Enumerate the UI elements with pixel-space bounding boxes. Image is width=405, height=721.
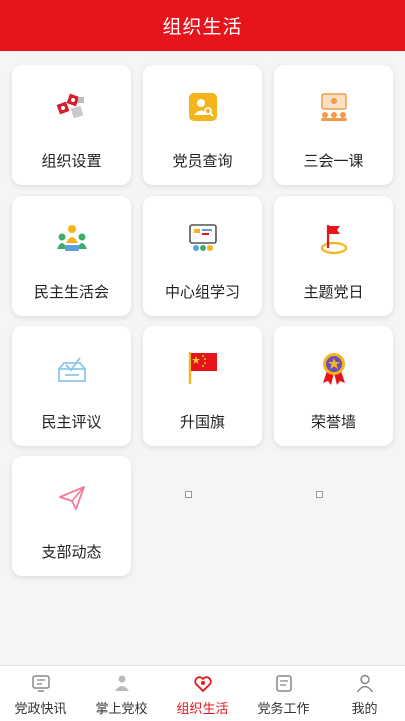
org-settings-icon (54, 89, 90, 125)
news-icon (30, 672, 52, 694)
card-org-settings[interactable]: 组织设置 (12, 65, 131, 185)
medal-icon (316, 350, 352, 386)
empty-slot-marker (316, 491, 323, 498)
tab-profile[interactable]: 我的 (324, 666, 405, 721)
member-search-icon (185, 89, 221, 125)
card-label: 民主生活会 (33, 283, 109, 301)
tab-news[interactable]: 党政快讯 (0, 666, 81, 721)
bottom-tab-bar: 党政快讯 掌上党校 组织生活 党务工作 我的 (0, 665, 405, 721)
tab-party-work[interactable]: 党务工作 (243, 666, 324, 721)
tab-org-life[interactable]: 组织生活 (162, 666, 243, 721)
card-label: 民主评议 (41, 413, 102, 431)
tab-label: 党政快讯 (14, 702, 67, 717)
card-central-study[interactable]: 中心组学习 (143, 196, 262, 316)
ballot-box-icon (54, 350, 90, 386)
card-label: 组织设置 (41, 152, 102, 170)
tab-label: 我的 (351, 702, 378, 717)
flag-icon (316, 220, 352, 256)
heart-people-icon (192, 672, 214, 694)
card-branch-news[interactable]: 支部动态 (12, 456, 131, 576)
lecture-icon (316, 89, 352, 125)
work-icon (273, 672, 295, 694)
paper-plane-icon (54, 480, 90, 516)
card-label: 主题党日 (303, 283, 364, 301)
card-raise-flag[interactable]: 升国旗 (143, 326, 262, 446)
profile-icon (354, 672, 376, 694)
card-theme-party-day[interactable]: 主题党日 (274, 196, 393, 316)
card-label: 荣誉墙 (310, 413, 356, 431)
card-honor-wall[interactable]: 荣誉墙 (274, 326, 393, 446)
tab-school[interactable]: 掌上党校 (81, 666, 162, 721)
tab-label: 党务工作 (257, 702, 310, 717)
card-three-meetings[interactable]: 三会一课 (274, 65, 393, 185)
card-label: 三会一课 (303, 152, 364, 170)
study-board-icon (185, 220, 221, 256)
card-democratic-life[interactable]: 民主生活会 (12, 196, 131, 316)
national-flag-icon (185, 350, 221, 386)
card-label: 支部动态 (41, 543, 102, 561)
school-icon (111, 672, 133, 694)
card-member-search[interactable]: 党员查询 (143, 65, 262, 185)
empty-slot-marker (185, 491, 192, 498)
page-title: 组织生活 (162, 16, 243, 38)
tab-label: 掌上党校 (95, 702, 148, 717)
card-label: 党员查询 (172, 152, 233, 170)
card-label: 升国旗 (179, 413, 225, 431)
app-header: 组织生活 (0, 0, 405, 51)
group-meeting-icon (54, 220, 90, 256)
card-democratic-review[interactable]: 民主评议 (12, 326, 131, 446)
tab-label: 组织生活 (176, 702, 229, 717)
card-label: 中心组学习 (164, 283, 240, 301)
